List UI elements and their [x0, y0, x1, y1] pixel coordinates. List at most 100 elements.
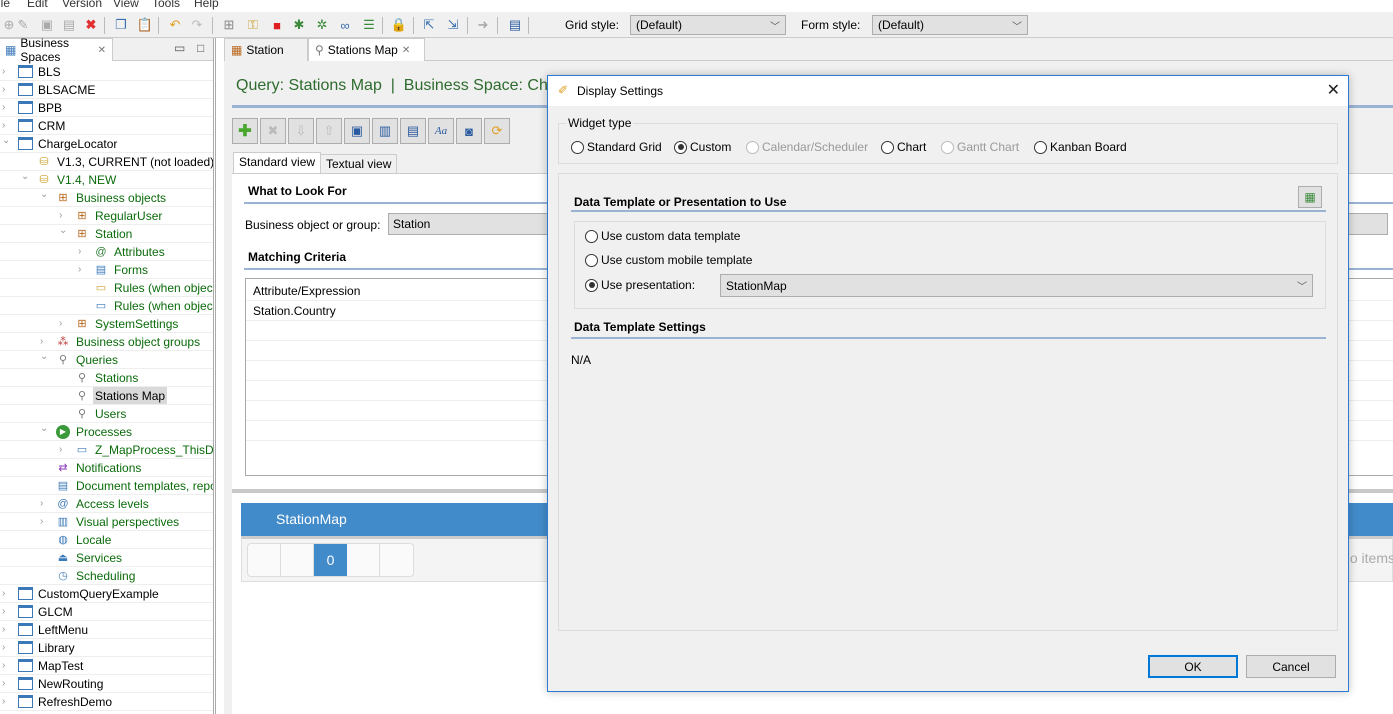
pager-next[interactable]: [347, 544, 380, 576]
tree-item[interactable]: › LeftMenu: [0, 621, 213, 639]
add-button[interactable]: ✚: [232, 118, 258, 144]
radio-chart[interactable]: Chart: [881, 140, 926, 154]
tab-standard-view[interactable]: Standard view: [233, 152, 322, 174]
debug-icon[interactable]: ✲: [313, 16, 331, 34]
chevron-right-icon[interactable]: ›: [59, 315, 69, 332]
message-icon[interactable]: ▤: [506, 16, 524, 34]
tree-item[interactable]: › BPB: [0, 99, 213, 117]
chevron-right-icon[interactable]: ›: [78, 261, 88, 278]
move-up-button[interactable]: ⇧: [316, 118, 342, 144]
radio-standard-grid[interactable]: Standard Grid: [571, 140, 662, 154]
paste-icon[interactable]: 📋: [136, 16, 154, 34]
tree-item[interactable]: ⌄ ⚲ Queries: [0, 351, 213, 369]
tree-item[interactable]: ⌄ ⊞ Business objects: [0, 189, 213, 207]
tree-item[interactable]: ⚲ Users: [0, 405, 213, 423]
chevron-right-icon[interactable]: ›: [2, 63, 12, 80]
tab-business-spaces[interactable]: ▦ Business Spaces ✕: [0, 36, 113, 64]
tree-item[interactable]: ⌄ ⛁ V1.4, NEW: [0, 171, 213, 189]
tree-item[interactable]: ◷ Scheduling: [0, 567, 213, 585]
chevron-down-icon[interactable]: ⌄: [21, 171, 31, 186]
tree-item[interactable]: ◍ Locale: [0, 531, 213, 549]
remove-button[interactable]: ✖: [260, 118, 286, 144]
pager-first[interactable]: [248, 544, 281, 576]
add-module-icon[interactable]: ⊞: [220, 16, 238, 34]
deploy-icon[interactable]: ➜: [474, 16, 492, 34]
pager-prev[interactable]: [281, 544, 314, 576]
chevron-right-icon[interactable]: ›: [2, 675, 12, 692]
tree-item[interactable]: ⚲ Stations Map: [0, 387, 213, 405]
chevron-right-icon[interactable]: ›: [2, 693, 12, 710]
tree-item[interactable]: › BLS: [0, 63, 213, 81]
grid-button[interactable]: ▤: [400, 118, 426, 144]
minimize-icon[interactable]: ▭: [174, 41, 185, 55]
tree-item[interactable]: › CRM: [0, 117, 213, 135]
tree-item[interactable]: › BLSACME: [0, 81, 213, 99]
tree-item[interactable]: › GLCM: [0, 603, 213, 621]
key-icon[interactable]: ⚿: [244, 16, 262, 34]
chevron-right-icon[interactable]: ›: [2, 99, 12, 116]
chevron-down-icon[interactable]: ⌄: [59, 225, 69, 240]
chevron-right-icon[interactable]: ›: [2, 81, 12, 98]
radio-custom[interactable]: Custom: [674, 140, 731, 154]
lock-icon[interactable]: 🔒: [390, 16, 408, 34]
chevron-right-icon[interactable]: ›: [59, 441, 69, 458]
tree-item[interactable]: ▭ Rules (when object: [0, 297, 213, 315]
tree-item[interactable]: ▭ Rules (when object: [0, 279, 213, 297]
radio-custom-data-template[interactable]: Use custom data template: [585, 229, 740, 243]
grid-style-select[interactable]: (Default) ﹀: [630, 15, 786, 35]
chevron-down-icon[interactable]: ⌄: [40, 423, 50, 438]
radio-kanban-board[interactable]: Kanban Board: [1034, 140, 1127, 154]
tree-item[interactable]: › @ Attributes: [0, 243, 213, 261]
tree-item[interactable]: › ⁂ Business object groups: [0, 333, 213, 351]
font-button[interactable]: Aa: [428, 118, 454, 144]
tree-item[interactable]: ⌄ ChargeLocator: [0, 135, 213, 153]
chevron-down-icon[interactable]: ⌄: [2, 135, 12, 150]
tree-item[interactable]: › Library: [0, 639, 213, 657]
presentation-select[interactable]: StationMap ﹀: [720, 274, 1313, 297]
tab-textual-view[interactable]: Textual view: [320, 154, 398, 175]
glasses-icon[interactable]: ∞: [336, 16, 354, 34]
display-settings-button[interactable]: ▣: [344, 118, 370, 144]
tree-item[interactable]: › NewRouting: [0, 675, 213, 693]
tree-item[interactable]: ⚲ Stations: [0, 369, 213, 387]
chevron-right-icon[interactable]: ›: [2, 657, 12, 674]
menu-version[interactable]: Version: [62, 0, 102, 10]
radio-use-presentation[interactable]: Use presentation:: [585, 278, 695, 292]
chevron-down-icon[interactable]: ⌄: [40, 189, 50, 204]
save-icon[interactable]: ▣: [38, 16, 56, 34]
form-style-select[interactable]: (Default) ﹀: [872, 15, 1028, 35]
tree-item[interactable]: › ▭ Z_MapProcess_ThisDo: [0, 441, 213, 459]
close-icon[interactable]: ✕: [402, 45, 410, 56]
tree-item[interactable]: › MapTest: [0, 657, 213, 675]
menu-file[interactable]: ile: [0, 0, 10, 10]
tree-item[interactable]: ⇄ Notifications: [0, 459, 213, 477]
chevron-right-icon[interactable]: ›: [40, 495, 50, 512]
chevron-right-icon[interactable]: ›: [2, 639, 12, 656]
pager-last[interactable]: [380, 544, 413, 576]
save-all-icon[interactable]: ▤: [60, 16, 78, 34]
tree-item[interactable]: › ▥ Visual perspectives: [0, 513, 213, 531]
tree-item[interactable]: ⛁ V1.3, CURRENT (not loaded): [0, 153, 213, 171]
export-icon[interactable]: ⇱: [420, 16, 438, 34]
tree-item[interactable]: › CustomQueryExample: [0, 585, 213, 603]
redo-icon[interactable]: ↷: [188, 16, 206, 34]
chevron-right-icon[interactable]: ›: [59, 207, 69, 224]
chevron-right-icon[interactable]: ›: [40, 513, 50, 530]
ok-button[interactable]: OK: [1148, 655, 1238, 678]
tree-item[interactable]: ⌄ ⊞ Station: [0, 225, 213, 243]
chevron-right-icon[interactable]: ›: [40, 333, 50, 350]
chevron-down-icon[interactable]: ⌄: [40, 351, 50, 366]
undo-icon[interactable]: ↶: [166, 16, 184, 34]
tree-item[interactable]: ⌄ ▶ Processes: [0, 423, 213, 441]
tree-item[interactable]: ▤ Document templates, repo: [0, 477, 213, 495]
tab-station[interactable]: ▦ Station: [224, 38, 308, 61]
tree-item[interactable]: › ⊞ RegularUser: [0, 207, 213, 225]
chevron-right-icon[interactable]: ›: [2, 585, 12, 602]
tree-item[interactable]: › @ Access levels: [0, 495, 213, 513]
columns-button[interactable]: ▥: [372, 118, 398, 144]
tab-stations-map[interactable]: ⚲ Stations Map ✕: [308, 38, 425, 61]
web-settings-button[interactable]: ◙: [456, 118, 482, 144]
film-strip-icon[interactable]: ▦: [1298, 186, 1322, 208]
delete-icon[interactable]: ✖: [82, 16, 100, 34]
copy-icon[interactable]: ❐: [112, 16, 130, 34]
